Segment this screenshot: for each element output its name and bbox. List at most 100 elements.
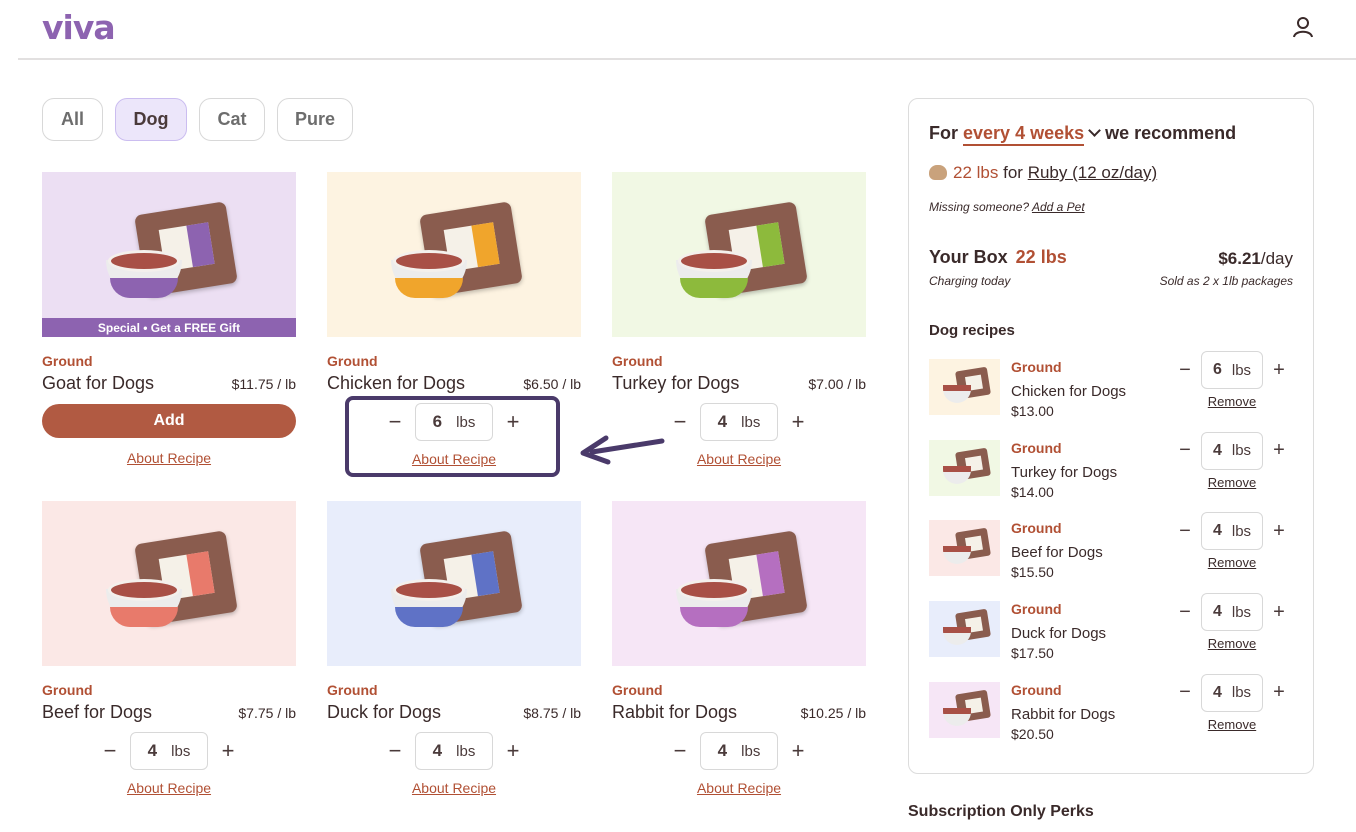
recipe-price: $17.50 [1011, 645, 1054, 662]
product-tag: Ground [327, 353, 378, 369]
quantity-stepper: −6 lbs + [1169, 351, 1295, 389]
add-button[interactable]: Add [42, 404, 296, 438]
product-card: Special • Get a FREE Gift Ground Goat for … [42, 172, 296, 466]
about-recipe-link[interactable]: About Recipe [42, 450, 296, 466]
quantity-field[interactable]: 6 lbs [1201, 351, 1263, 389]
filter-pure[interactable]: Pure [277, 98, 353, 141]
quantity-field[interactable]: 4 lbs [1201, 431, 1263, 470]
about-recipe-link[interactable]: About Recipe [327, 780, 581, 796]
dog-recipes-title: Dog recipes [929, 322, 1015, 339]
remove-link[interactable]: Remove [1169, 636, 1295, 651]
user-icon[interactable] [1290, 14, 1316, 40]
chevron-down-icon[interactable] [1088, 124, 1101, 137]
recipe-thumbnail [929, 601, 1000, 658]
product-name[interactable]: Turkey for Dogs [612, 373, 739, 394]
pet-recommendation: 22 lbs for Ruby (12 oz/day) [929, 163, 1157, 183]
increment-button[interactable]: + [1263, 359, 1295, 382]
decrement-button[interactable]: − [1169, 601, 1201, 624]
decrement-button[interactable]: − [90, 738, 130, 764]
frequency-select[interactable]: every 4 weeks [963, 123, 1085, 146]
quantity-stepper: −4 lbs + [1169, 673, 1295, 712]
product-image[interactable] [42, 501, 296, 666]
quantity-field[interactable]: 4 lbs [1201, 673, 1263, 712]
add-pet-link[interactable]: Add a Pet [1032, 200, 1085, 214]
recipe-price: $20.50 [1011, 725, 1054, 742]
decrement-button[interactable]: − [1169, 359, 1201, 382]
cart-recipe-row: Ground Turkey for Dogs $14.00 −4 lbs + Remove [929, 431, 1295, 508]
decrement-button[interactable]: − [660, 409, 700, 435]
remove-link[interactable]: Remove [1169, 555, 1295, 570]
product-name[interactable]: Duck for Dogs [327, 702, 441, 723]
recipe-name: Rabbit for Dogs [1011, 705, 1116, 723]
quantity-field[interactable]: 4 lbs [415, 732, 493, 770]
filter-all[interactable]: All [42, 98, 103, 141]
quantity-field[interactable]: 4 lbs [130, 732, 208, 770]
quantity-field[interactable]: 4 lbs [1201, 512, 1263, 551]
bowl-image [104, 579, 184, 629]
quantity-field[interactable]: 4 lbs [700, 403, 778, 441]
your-box-title: Your Box 22 lbs [929, 247, 1067, 267]
increment-button[interactable]: + [1263, 601, 1295, 624]
decrement-button[interactable]: − [375, 738, 415, 764]
quantity-stepper: −4 lbs + [1169, 512, 1295, 551]
product-name[interactable]: Goat for Dogs [42, 373, 154, 394]
charging-note: Charging today [929, 274, 1011, 288]
increment-button[interactable]: + [1263, 681, 1295, 704]
bowl-image [389, 579, 469, 629]
increment-button[interactable]: + [778, 409, 818, 435]
increment-button[interactable]: + [778, 738, 818, 764]
product-price: $11.75 / lb [231, 376, 296, 392]
arrow-annotation-right [1022, 308, 1146, 355]
recipe-thumbnail [929, 681, 1000, 738]
remove-link[interactable]: Remove [1169, 394, 1295, 409]
about-recipe-link[interactable]: About Recipe [612, 451, 866, 467]
product-image[interactable]: Special • Get a FREE Gift [42, 172, 296, 337]
header-divider [18, 58, 1356, 60]
recipe-thumbnail [929, 359, 1000, 415]
recipe-price: $15.50 [1011, 564, 1054, 581]
increment-button[interactable]: + [493, 738, 533, 764]
bowl-image [104, 250, 184, 300]
quantity-stepper: −4 lbs + [612, 403, 866, 441]
product-price: $10.25 / lb [800, 705, 866, 721]
decrement-button[interactable]: − [1169, 520, 1201, 543]
product-price: $6.50 / lb [523, 376, 581, 392]
bowl-image [674, 250, 754, 300]
remove-link[interactable]: Remove [1169, 717, 1295, 732]
product-image[interactable] [327, 501, 581, 666]
special-banner: Special • Get a FREE Gift [42, 318, 296, 337]
quantity-stepper: −4 lbs + [42, 732, 296, 770]
filter-cat[interactable]: Cat [199, 98, 265, 141]
increment-button[interactable]: + [208, 738, 248, 764]
viva-logo[interactable]: viva [42, 8, 116, 47]
product-image[interactable] [327, 172, 581, 337]
product-tag: Ground [42, 353, 93, 369]
increment-button[interactable]: + [1263, 439, 1295, 462]
recipe-tag: Ground [1011, 520, 1062, 537]
product-name[interactable]: Rabbit for Dogs [612, 702, 737, 723]
remove-link[interactable]: Remove [1169, 475, 1295, 490]
quantity-field[interactable]: 4 lbs [1201, 593, 1263, 632]
recipe-name: Chicken for Dogs [1011, 383, 1127, 400]
quantity-field[interactable]: 4 lbs [700, 732, 778, 770]
product-tag: Ground [327, 682, 378, 698]
quantity-stepper: −4 lbs + [327, 732, 581, 770]
pet-name-link[interactable]: Ruby (12 oz/day) [1028, 163, 1157, 182]
decrement-button[interactable]: − [1169, 439, 1201, 462]
product-tag: Ground [612, 682, 663, 698]
increment-button[interactable]: + [1263, 520, 1295, 543]
filter-dog[interactable]: Dog [115, 98, 187, 141]
decrement-button[interactable]: − [660, 738, 700, 764]
product-image[interactable] [612, 172, 866, 337]
missing-pet-text: Missing someone? Add a Pet [929, 200, 1085, 214]
recipe-name: Turkey for Dogs [1011, 463, 1118, 481]
about-recipe-link[interactable]: About Recipe [612, 780, 866, 796]
bowl-image [389, 250, 469, 300]
filter-chips: All Dog Cat Pure [42, 98, 353, 141]
recipe-thumbnail [929, 520, 1000, 577]
product-image[interactable] [612, 501, 866, 666]
decrement-button[interactable]: − [1169, 681, 1201, 704]
product-name[interactable]: Chicken for Dogs [327, 373, 465, 394]
about-recipe-link[interactable]: About Recipe [42, 780, 296, 796]
product-name[interactable]: Beef for Dogs [42, 702, 152, 723]
